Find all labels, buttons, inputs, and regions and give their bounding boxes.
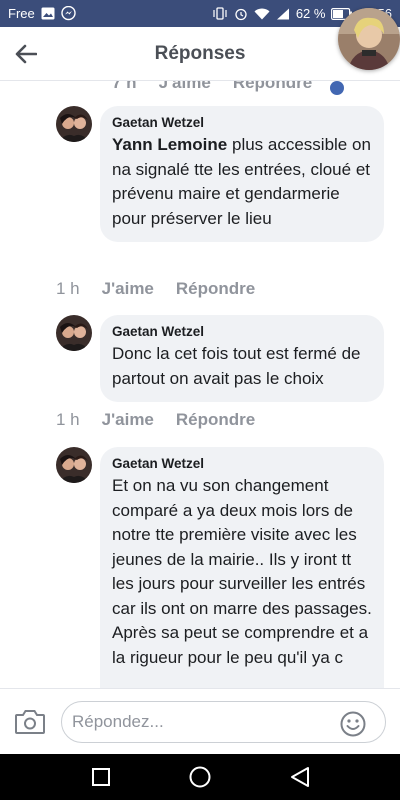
recents-button[interactable] xyxy=(90,766,112,788)
avatar[interactable] xyxy=(56,447,92,483)
status-bar: Free 62 % 07:56 xyxy=(0,0,400,27)
comment: Gaetan Wetzel Et on na vu son changement… xyxy=(56,447,386,688)
reaction-badge xyxy=(330,81,344,95)
reply-button[interactable]: Répondre xyxy=(176,410,255,430)
comment: Gaetan Wetzel Yann Lemoine plus accessib… xyxy=(56,106,386,271)
wifi-icon xyxy=(254,8,270,20)
comment-text: Yann Lemoine plus accessible on na signa… xyxy=(112,133,372,231)
back-nav-button[interactable] xyxy=(289,766,311,788)
navigation-bar xyxy=(0,754,400,800)
comment-time: 1 h xyxy=(56,279,80,298)
chat-head-avatar[interactable] xyxy=(338,8,400,70)
comment-author[interactable]: Gaetan Wetzel xyxy=(112,456,372,471)
camera-icon xyxy=(15,710,45,734)
smiley-icon xyxy=(340,711,366,737)
comment-actions: 1 h J'aime Répondre xyxy=(56,279,255,299)
avatar[interactable] xyxy=(56,315,92,351)
home-button[interactable] xyxy=(189,766,211,788)
circle-icon xyxy=(189,766,211,788)
reply-button[interactable]: Répondre xyxy=(233,81,312,93)
signal-icon xyxy=(276,8,290,20)
comment-bubble: Gaetan Wetzel Yann Lemoine plus accessib… xyxy=(100,106,384,242)
triangle-icon xyxy=(291,767,309,787)
comment-text: Donc la cet fois tout est fermé de parto… xyxy=(112,344,361,388)
comment-bubble: Gaetan Wetzel Et on na vu son changement… xyxy=(100,447,384,688)
replies-list: 7 h J'aime Répondre Gaetan Wetzel Yann L… xyxy=(0,81,400,688)
vibrate-icon xyxy=(212,7,228,20)
comment-time: 1 h xyxy=(56,410,80,429)
alarm-icon xyxy=(234,7,248,21)
comment-bubble: Gaetan Wetzel Donc la cet fois tout est … xyxy=(100,315,384,402)
comment-time: 7 h xyxy=(112,81,137,92)
messenger-notification-icon xyxy=(61,6,76,21)
reply-input[interactable] xyxy=(61,701,386,743)
carrier-label: Free xyxy=(8,6,35,21)
battery-percent: 62 % xyxy=(295,6,326,21)
comment: Gaetan Wetzel Donc la cet fois tout est … xyxy=(56,315,386,403)
reply-button[interactable]: Répondre xyxy=(176,279,255,299)
gallery-notification-icon xyxy=(41,7,55,20)
emoji-button[interactable] xyxy=(340,711,366,737)
mention-link[interactable]: Yann Lemoine xyxy=(112,135,227,154)
comment-text: Et on na vu son changement comparé a ya … xyxy=(112,476,372,667)
camera-button[interactable] xyxy=(14,708,46,736)
comment-actions: 1 h J'aime Répondre xyxy=(56,410,255,430)
reply-bar xyxy=(0,688,400,754)
like-button[interactable]: J'aime xyxy=(102,410,154,430)
previous-comment-actions: 7 h J'aime Répondre xyxy=(112,81,312,93)
avatar[interactable] xyxy=(56,106,92,142)
like-button[interactable]: J'aime xyxy=(159,81,211,93)
square-icon xyxy=(92,768,110,786)
comment-author[interactable]: Gaetan Wetzel xyxy=(112,115,372,130)
like-button[interactable]: J'aime xyxy=(102,279,154,299)
comment-author[interactable]: Gaetan Wetzel xyxy=(112,324,372,339)
